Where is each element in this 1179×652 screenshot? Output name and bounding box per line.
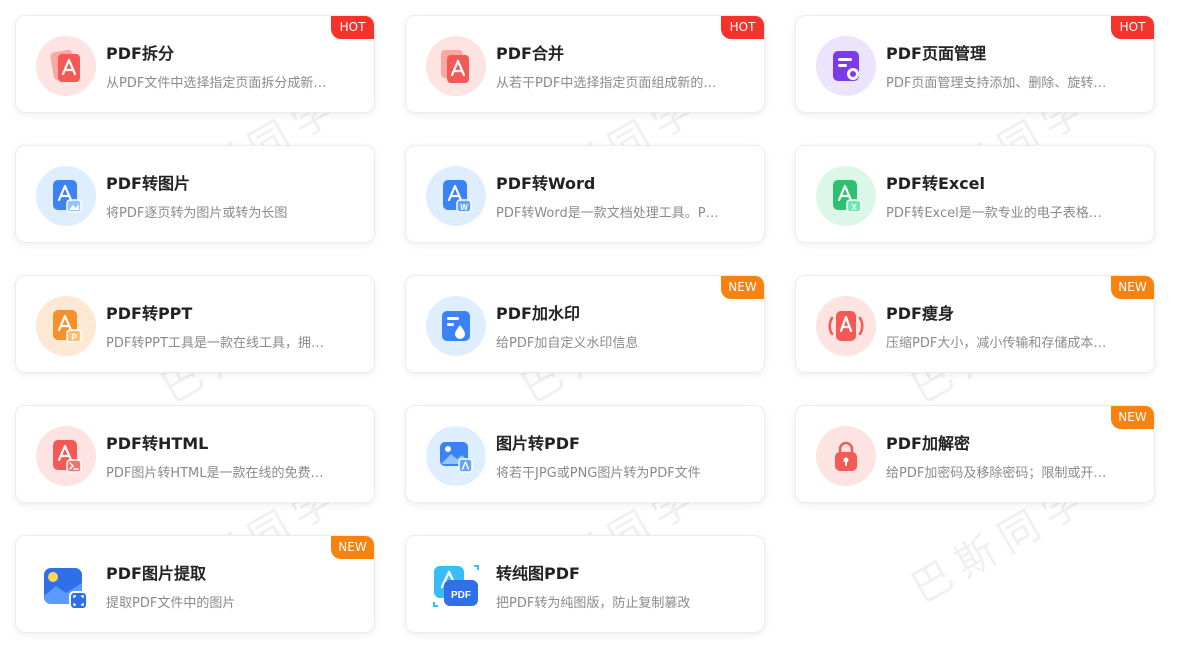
tool-description: 将PDF逐页转为图片或转为长图 — [106, 206, 288, 221]
new-badge: NEW — [721, 276, 764, 299]
image-to-pdf-icon — [426, 426, 486, 486]
tool-title: PDF瘦身 — [886, 304, 954, 323]
split-pdf-icon — [36, 36, 96, 96]
new-badge: NEW — [1111, 276, 1154, 299]
tool-description: 从PDF文件中选择指定页面拆分成新… — [106, 76, 327, 91]
tool-description: PDF转Excel是一款专业的电子表格… — [886, 206, 1102, 221]
tool-card-pdf-page-manage[interactable]: PDF页面管理 PDF页面管理支持添加、删除、旋转… HOT — [795, 15, 1155, 113]
tool-title: PDF拆分 — [106, 44, 174, 63]
svg-text:W: W — [460, 203, 468, 212]
pdf-to-html-icon — [36, 426, 96, 486]
tool-card-pdf-to-word[interactable]: W PDF转Word PDF转Word是一款文档处理工具。P… — [405, 145, 765, 243]
tool-title: PDF页面管理 — [886, 44, 986, 63]
tool-card-pdf-to-excel[interactable]: X PDF转Excel PDF转Excel是一款专业的电子表格… — [795, 145, 1155, 243]
tool-description: 把PDF转为纯图版，防止复制篡改 — [496, 596, 691, 611]
tool-card-pdf-merge[interactable]: PDF合并 从若干PDF中选择指定页面组成新的… HOT — [405, 15, 765, 113]
tool-card-pdf-encrypt[interactable]: PDF加解密 给PDF加密码及移除密码；限制或开… NEW — [795, 405, 1155, 503]
lock-icon — [816, 426, 876, 486]
svg-text:P: P — [71, 333, 77, 342]
pdf-to-word-icon: W — [426, 166, 486, 226]
tool-description: PDF转Word是一款文档处理工具。P… — [496, 206, 719, 221]
tool-title: PDF转Excel — [886, 174, 986, 193]
tool-description: PDF转PPT工具是一款在线工具，拥… — [106, 336, 324, 351]
tool-description: 从若干PDF中选择指定页面组成新的… — [496, 76, 717, 91]
tool-title: 图片转PDF — [496, 434, 580, 453]
pdf-to-excel-icon: X — [816, 166, 876, 226]
hot-badge: HOT — [331, 16, 374, 39]
pure-image-pdf-icon: PDF — [426, 556, 486, 616]
tool-description: 给PDF加自定义水印信息 — [496, 336, 639, 351]
hot-badge: HOT — [721, 16, 764, 39]
new-badge: NEW — [1111, 406, 1154, 429]
watermark-icon — [426, 296, 486, 356]
pdf-to-image-icon — [36, 166, 96, 226]
tool-card-pdf-watermark[interactable]: PDF加水印 给PDF加自定义水印信息 NEW — [405, 275, 765, 373]
merge-pdf-icon — [426, 36, 486, 96]
tool-title: PDF加解密 — [886, 434, 970, 453]
tool-title: PDF转HTML — [106, 434, 209, 453]
tool-card-pdf-extract-images[interactable]: PDF图片提取 提取PDF文件中的图片 NEW — [15, 535, 375, 633]
tool-title: PDF合并 — [496, 44, 564, 63]
tool-title: PDF图片提取 — [106, 564, 206, 583]
extract-image-icon — [36, 556, 96, 616]
tool-title: PDF加水印 — [496, 304, 580, 323]
compress-pdf-icon — [816, 296, 876, 356]
tool-grid-page: 巴斯同学 巴斯同学 巴斯同学 巴斯同学 巴斯同学 巴斯同学 巴斯同学 巴斯同学 … — [0, 0, 1179, 652]
tool-card-pdf-to-image[interactable]: PDF转图片 将PDF逐页转为图片或转为长图 — [15, 145, 375, 243]
tool-card-pure-image-pdf[interactable]: PDF 转纯图PDF 把PDF转为纯图版，防止复制篡改 — [405, 535, 765, 633]
tool-description: 将若干JPG或PNG图片转为PDF文件 — [496, 466, 701, 481]
svg-text:X: X — [851, 203, 857, 212]
tool-card-image-to-pdf[interactable]: 图片转PDF 将若干JPG或PNG图片转为PDF文件 — [405, 405, 765, 503]
tool-title: PDF转Word — [496, 174, 596, 193]
tool-description: 压缩PDF大小，减小传输和存储成本… — [886, 336, 1107, 351]
tool-description: PDF图片转HTML是一款在线的免费… — [106, 466, 324, 481]
tool-description: PDF页面管理支持添加、删除、旋转… — [886, 76, 1107, 91]
pdf-label: PDF — [451, 590, 471, 601]
hot-badge: HOT — [1111, 16, 1154, 39]
tool-card-pdf-to-html[interactable]: PDF转HTML PDF图片转HTML是一款在线的免费… — [15, 405, 375, 503]
tool-description: 提取PDF文件中的图片 — [106, 596, 236, 611]
tool-card-pdf-to-ppt[interactable]: P PDF转PPT PDF转PPT工具是一款在线工具，拥… — [15, 275, 375, 373]
tool-title: PDF转图片 — [106, 174, 190, 193]
tool-title: 转纯图PDF — [496, 564, 580, 583]
pdf-to-ppt-icon: P — [36, 296, 96, 356]
tool-card-pdf-compress[interactable]: PDF瘦身 压缩PDF大小，减小传输和存储成本… NEW — [795, 275, 1155, 373]
new-badge: NEW — [331, 536, 374, 559]
tool-description: 给PDF加密码及移除密码；限制或开… — [886, 466, 1107, 481]
tool-title: PDF转PPT — [106, 304, 193, 323]
tool-card-pdf-split[interactable]: PDF拆分 从PDF文件中选择指定页面拆分成新… HOT — [15, 15, 375, 113]
page-manage-icon — [816, 36, 876, 96]
